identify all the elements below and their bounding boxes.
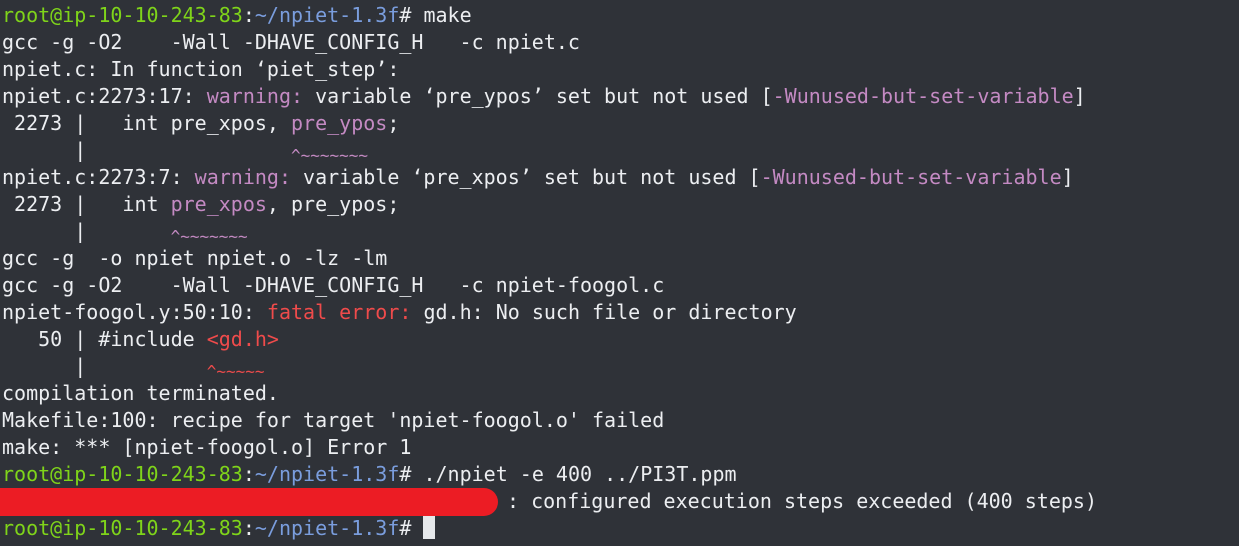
terminal-line-caret-b: | ^~~~~~~~: [2, 218, 1239, 246]
prompt-colon: :: [242, 3, 255, 27]
caret-gutter: |: [2, 354, 207, 378]
source-highlight: pre_xpos: [170, 192, 267, 216]
caret-marker: ^~~~~~~~: [170, 227, 248, 246]
terminal-line-prompt-current[interactable]: root@ip-10-10-243-83:~/npiet-1.3f#: [2, 515, 1239, 542]
caret-marker: ^~~~~~: [206, 362, 265, 381]
steps-exceeded-message: : configured execution steps exceeded (4…: [507, 489, 1098, 513]
prompt-path: ~/npiet-1.3f: [254, 516, 400, 540]
prompt-user-host: root@ip-10-10-243-83: [2, 516, 243, 540]
source-text-end: ;: [387, 111, 400, 135]
prompt-colon: :: [242, 462, 255, 486]
warning-flag: -Wunused-but-set-variable: [760, 165, 1062, 189]
text-cursor[interactable]: [423, 516, 436, 539]
caret-gutter: |: [2, 219, 171, 243]
redaction-bar: [0, 488, 498, 516]
caret-marker: ^~~~~~~~: [290, 146, 369, 165]
terminal-line-prompt-make: root@ip-10-10-243-83:~/npiet-1.3f# make: [2, 2, 1239, 29]
warning-location: npiet.c:2273:7:: [2, 165, 195, 189]
prompt-user-host: root@ip-10-10-243-83: [2, 3, 243, 27]
terminal-line-warning-ypos: npiet.c:2273:17: warning: variable ‘pre_…: [2, 83, 1239, 110]
terminal-line-gcc-compile-npiet: gcc -g -O2 -Wall -DHAVE_CONFIG_H -c npie…: [2, 30, 580, 54]
terminal-line-source-2273-b: 2273 | int pre_xpos, pre_ypos;: [2, 191, 1239, 218]
terminal-line-caret-c: | ^~~~~~: [2, 353, 1239, 381]
source-text: 2273 | int: [2, 192, 171, 216]
source-highlight: <gd.h>: [206, 327, 279, 351]
terminal-line-source-2273-a: 2273 | int pre_xpos, pre_ypos;: [2, 110, 1239, 137]
warning-label: warning:: [206, 84, 304, 108]
command-make: make: [423, 3, 472, 27]
warning-bracket: ]: [1073, 84, 1086, 108]
terminal-line-caret-a: | ^~~~~~~~: [2, 137, 1239, 165]
error-location: npiet-foogol.y:50:10:: [2, 300, 267, 324]
terminal-line-compilation-terminated: compilation terminated.: [2, 381, 279, 405]
prompt-path: ~/npiet-1.3f: [254, 462, 400, 486]
warning-flag: -Wunused-but-set-variable: [772, 84, 1074, 108]
terminal-line-gcc-link: gcc -g -o npiet npiet.o -lz -lm: [2, 246, 388, 270]
command-run: ./npiet -e 400 ../PI3T.ppm: [423, 462, 737, 486]
source-text: 2273 | int pre_xpos,: [2, 111, 291, 135]
source-text-end: , pre_ypos;: [266, 192, 400, 216]
terminal-line-fatal-error: npiet-foogol.y:50:10: fatal error: gd.h:…: [2, 299, 1239, 326]
error-label: fatal error:: [266, 300, 412, 324]
warning-location: npiet.c:2273:17:: [2, 84, 207, 108]
terminal-window[interactable]: root@ip-10-10-243-83:~/npiet-1.3f# make …: [0, 0, 1239, 546]
terminal-line-make-error: make: *** [npiet-foogol.o] Error 1: [2, 435, 412, 459]
warning-bracket: ]: [1061, 165, 1074, 189]
prompt-user-host: root@ip-10-10-243-83: [2, 462, 243, 486]
terminal-line-in-function: npiet.c: In function ‘piet_step’:: [2, 57, 400, 81]
terminal-line-recipe-failed: Makefile:100: recipe for target 'npiet-f…: [2, 408, 665, 432]
prompt-symbol: #: [399, 516, 424, 540]
terminal-line-gcc-compile-foogol: gcc -g -O2 -Wall -DHAVE_CONFIG_H -c npie…: [2, 273, 665, 297]
warning-label: warning:: [194, 165, 291, 189]
source-text: 50 | #include: [2, 327, 207, 351]
prompt-colon: :: [242, 516, 255, 540]
terminal-line-prompt-run: root@ip-10-10-243-83:~/npiet-1.3f# ./npi…: [2, 461, 1239, 488]
prompt-symbol: #: [399, 3, 424, 27]
prompt-path: ~/npiet-1.3f: [254, 3, 400, 27]
terminal-line-source-50: 50 | #include <gd.h>: [2, 326, 1239, 353]
caret-gutter: |: [2, 138, 291, 162]
source-highlight: pre_ypos: [290, 111, 388, 135]
prompt-symbol: #: [399, 462, 424, 486]
warning-message: variable ‘pre_ypos’ set but not used [: [303, 84, 773, 108]
error-message: gd.h: No such file or directory: [411, 300, 797, 324]
warning-message: variable ‘pre_xpos’ set but not used [: [290, 165, 761, 189]
terminal-line-warning-xpos: npiet.c:2273:7: warning: variable ‘pre_x…: [2, 164, 1239, 191]
